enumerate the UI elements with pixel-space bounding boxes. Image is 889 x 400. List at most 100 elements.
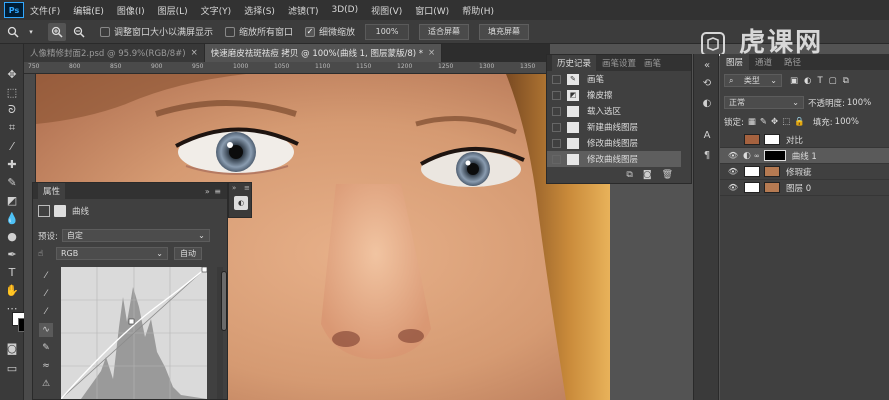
history-icon[interactable]: ⟲ xyxy=(700,76,714,90)
new-document-from-state-icon[interactable]: ⧉ xyxy=(626,170,632,180)
mask-icon[interactable] xyxy=(54,205,66,217)
type-tool-icon[interactable]: T xyxy=(4,264,20,280)
history-item[interactable]: ✎ 画笔 xyxy=(547,71,681,87)
menu-help[interactable]: 帮助(H) xyxy=(462,4,494,17)
eraser-tool-icon[interactable]: ◩ xyxy=(4,192,20,208)
fill-screen-button[interactable]: 填充屏幕 xyxy=(479,23,530,40)
zoom-tool-icon[interactable] xyxy=(4,23,22,41)
menu-icon[interactable]: ≡ xyxy=(244,184,250,192)
expand-icon[interactable]: » xyxy=(232,184,236,192)
pen-tool-icon[interactable]: ✒ xyxy=(4,246,20,262)
auto-button[interactable]: 自动 xyxy=(174,247,202,260)
filter-shape-icon[interactable]: ▢ xyxy=(829,76,837,86)
menu-icon[interactable]: ≡ xyxy=(214,187,222,196)
filter-smart-icon[interactable]: ⧉ xyxy=(843,76,849,86)
tab-channels[interactable]: 通道 xyxy=(749,54,778,70)
zoom-in-icon[interactable] xyxy=(48,22,66,41)
lock-artboard-icon[interactable]: ⬚ xyxy=(782,117,790,127)
camera-icon[interactable]: ◙ xyxy=(643,170,652,180)
menu-type[interactable]: 文字(Y) xyxy=(201,4,232,17)
menu-view[interactable]: 视图(V) xyxy=(371,4,402,17)
close-icon[interactable]: × xyxy=(191,48,198,58)
lock-paint-icon[interactable]: ✎ xyxy=(760,117,767,127)
history-source-checkbox[interactable] xyxy=(552,90,561,100)
eye-icon[interactable]: 👁 xyxy=(726,167,740,176)
zoom-level-field[interactable]: 100% xyxy=(365,23,410,40)
tab-brushes[interactable]: 画笔 xyxy=(644,57,661,69)
histogram-warning-icon[interactable]: ⚠ xyxy=(39,377,53,391)
collapse-icon[interactable]: » xyxy=(205,187,211,196)
tab-document-2[interactable]: 快速磨皮祛斑祛痘 拷贝 @ 100%(曲线 1, 图层蒙版/8) * × xyxy=(204,44,443,62)
dodge-tool-icon[interactable]: ● xyxy=(4,228,20,244)
menu-window[interactable]: 窗口(W) xyxy=(415,4,449,17)
history-item[interactable]: ◩ 橡皮擦 xyxy=(547,87,681,103)
history-source-checkbox[interactable] xyxy=(552,74,561,84)
lock-pixels-icon[interactable]: ▦ xyxy=(748,117,756,127)
tab-document-1[interactable]: 人像精修封面2.psd @ 95.9%(RGB/8#) × xyxy=(24,44,205,62)
resize-windows-checkbox[interactable] xyxy=(100,26,110,37)
tab-paths[interactable]: 路径 xyxy=(778,54,807,70)
filter-pixel-icon[interactable]: ▣ xyxy=(790,76,798,86)
paragraph-icon[interactable]: ¶ xyxy=(700,148,714,162)
history-source-checkbox[interactable] xyxy=(552,106,561,116)
expand-icon[interactable]: « xyxy=(700,58,714,72)
menu-edit[interactable]: 编辑(E) xyxy=(73,4,104,17)
link-icon[interactable]: ∞ xyxy=(754,152,760,160)
eye-icon[interactable]: 👁 xyxy=(726,183,740,192)
layer-row[interactable]: 👁 图层 0 xyxy=(720,180,889,196)
pencil-icon[interactable]: ✎ xyxy=(39,341,53,355)
filter-adjustment-icon[interactable]: ◐ xyxy=(804,76,811,86)
menu-image[interactable]: 图像(I) xyxy=(117,4,145,17)
marquee-tool-icon[interactable]: ⬚ xyxy=(4,84,20,100)
history-source-checkbox[interactable] xyxy=(552,138,561,148)
chevron-down-icon[interactable]: ▾ xyxy=(22,23,40,41)
menu-file[interactable]: 文件(F) xyxy=(30,4,60,17)
target-adjust-icon[interactable]: ☝ xyxy=(38,249,52,259)
layer-row[interactable]: 👁 修瑕疵 xyxy=(720,164,889,180)
adjustments-icon[interactable]: ◐ xyxy=(234,196,248,210)
fill-field[interactable]: 100% xyxy=(835,117,859,127)
history-item[interactable]: 新建曲线图层 xyxy=(547,119,681,135)
tab-properties[interactable]: 属性 xyxy=(38,183,66,199)
history-source-checkbox[interactable] xyxy=(552,154,561,164)
properties-scrollbar[interactable] xyxy=(217,267,227,399)
close-icon[interactable]: × xyxy=(428,48,435,58)
filter-type-icon[interactable]: T xyxy=(817,76,822,86)
layer-row[interactable]: 👁 ◐ ∞ 曲线 1 xyxy=(720,148,889,164)
crop-tool-icon[interactable]: ⌗ xyxy=(4,120,20,136)
blend-mode-dropdown[interactable]: 正常 ⌄ xyxy=(724,96,804,109)
trash-icon[interactable]: 🗑 xyxy=(662,170,673,180)
history-source-checkbox[interactable] xyxy=(552,122,561,132)
move-tool-icon[interactable]: ✥ xyxy=(4,66,20,82)
smooth-icon[interactable]: ≈ xyxy=(39,359,53,373)
tab-layers[interactable]: 图层 xyxy=(720,54,750,70)
healing-brush-icon[interactable]: ✚ xyxy=(4,156,20,172)
channel-dropdown[interactable]: RGB ⌄ xyxy=(56,247,168,260)
layer-row[interactable]: 对比 xyxy=(720,132,889,148)
lock-position-icon[interactable]: ✥ xyxy=(771,117,778,127)
curve-point-icon[interactable]: ∿ xyxy=(39,323,53,337)
zoom-all-checkbox[interactable] xyxy=(225,26,236,37)
tab-brush-settings[interactable]: 画笔设置 xyxy=(602,57,636,69)
tab-history[interactable]: 历史记录 xyxy=(552,55,597,71)
brush-tool-icon[interactable]: ✎ xyxy=(4,174,20,190)
curves-graph[interactable] xyxy=(61,267,207,399)
lock-all-icon[interactable]: 🔒 xyxy=(794,117,805,127)
eyedropper-gray-icon[interactable]: ⁄ xyxy=(39,287,53,301)
menu-layer[interactable]: 图层(L) xyxy=(158,4,188,17)
layer-filter-dropdown[interactable]: ⌕ 类型 ⌄ xyxy=(724,74,782,87)
fit-screen-button[interactable]: 适合屏幕 xyxy=(419,23,470,40)
history-item[interactable]: 修改曲线图层 xyxy=(547,135,681,151)
menu-select[interactable]: 选择(S) xyxy=(244,4,275,17)
adjustments-icon[interactable]: ◐ xyxy=(700,96,714,110)
blur-tool-icon[interactable]: 💧 xyxy=(4,210,20,226)
history-item[interactable]: 载入选区 xyxy=(547,103,681,119)
character-icon[interactable]: A xyxy=(700,128,714,142)
scrubby-zoom-checkbox[interactable]: ✓ xyxy=(305,26,316,37)
preset-dropdown[interactable]: 自定 ⌄ xyxy=(61,229,210,242)
opacity-field[interactable]: 100% xyxy=(847,98,871,108)
eyedropper-tool-icon[interactable]: ⁄ xyxy=(4,138,20,154)
eyedropper-white-icon[interactable]: ⁄ xyxy=(39,305,53,319)
menu-filter[interactable]: 滤镜(T) xyxy=(288,4,319,17)
zoom-out-icon[interactable] xyxy=(70,23,88,41)
